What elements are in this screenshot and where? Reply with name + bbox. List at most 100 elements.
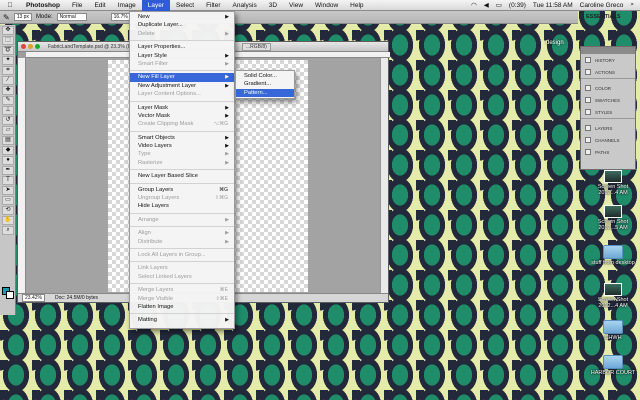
mode-select[interactable]: Normal [56,13,87,21]
zoom-icon[interactable] [35,44,40,49]
menu-separator [130,313,234,315]
menu-item-new-fill-layer[interactable]: New Fill Layer ▶ [130,73,234,82]
menu-item-solid-color[interactable]: Solid Color... [236,72,294,80]
menu-layer[interactable]: Layer [141,0,170,11]
desktop-item[interactable]: Screen Shot 2012...5 AM [588,205,638,231]
lasso-tool-icon[interactable]: ➰ [2,46,14,55]
essentials-workspace[interactable]: ESSENTIALS [586,14,621,20]
eraser-tool-icon[interactable]: ▱ [2,126,14,135]
menu-select[interactable]: Select [170,0,200,11]
desktop-item[interactable]: Screen Shot 2012...4 AM [588,283,638,309]
apple-icon[interactable]:  [0,2,20,9]
screenshot-file-icon [604,283,622,296]
gradient-tool-icon[interactable]: ▤ [2,136,14,145]
color-panel-button[interactable]: COLOR [581,82,635,94]
menu-image[interactable]: Image [112,0,142,11]
3d-rotate-tool-icon[interactable]: ⟲ [2,206,14,215]
crop-tool-icon[interactable]: ⌗ [2,66,14,75]
swatches-panel-button[interactable]: SWATCHES [581,94,635,106]
history-panel-button[interactable]: HISTORY [581,54,635,66]
move-tool-icon[interactable]: ✥ [2,26,14,35]
menu-item-layer-properties[interactable]: Layer Properties... [130,43,234,51]
panel-dock-header[interactable] [581,47,635,54]
menu-analysis[interactable]: Analysis [227,0,263,11]
menu-separator [130,247,234,249]
stamp-tool-icon[interactable]: ⊥ [2,106,14,115]
minimize-icon[interactable] [28,44,33,49]
desktop-item[interactable]: Screen Shot 2012...4 AM [588,170,638,196]
menu-item-label: Merge Layers [138,287,174,294]
menu-item-layer-mask[interactable]: Layer Mask ▶ [130,104,234,112]
background-color-swatch[interactable] [6,291,14,299]
menu-item-label: Duplicate Layer... [138,22,183,29]
menu-item-new-layer-based-slice[interactable]: New Layer Based Slice [130,172,234,180]
menu-item-gradient[interactable]: Gradient... [236,80,294,88]
options-bar: ✎ 13 px Mode: Normal 16.7% [0,11,578,24]
menu-item-duplicate-layer[interactable]: Duplicate Layer... [130,21,234,29]
magic-wand-tool-icon[interactable]: ✦ [2,56,14,65]
user-name[interactable]: Caroline Greco [580,2,624,9]
paths-panel-button[interactable]: PATHS [581,146,635,158]
menu-window[interactable]: Window [309,0,344,11]
menu-item-vector-mask[interactable]: Vector Mask ▶ [130,112,234,120]
menu-file[interactable]: File [66,0,88,11]
brush-tool-icon[interactable]: ✎ [2,96,14,105]
menu-item-new-adjustment-layer[interactable]: New Adjustment Layer ▶ [130,82,234,90]
shape-tool-icon[interactable]: ▭ [2,196,14,205]
color-icon [585,85,591,91]
menu-item-label: Gradient... [244,81,272,88]
menu-photoshop[interactable]: Photoshop [20,0,66,11]
dodge-tool-icon[interactable]: ● [2,156,14,165]
zoom-select[interactable]: 16.7% [110,13,131,21]
spotlight-icon[interactable]: ⌕ [630,1,634,9]
menu-item-label: Align [138,230,151,237]
menu-item-pattern[interactable]: Pattern... [236,88,294,98]
menu-3d[interactable]: 3D [263,0,283,11]
marquee-tool-icon[interactable]: ⬚ [2,36,14,45]
hand-tool-icon[interactable]: ✋ [2,216,14,225]
document-tab-2[interactable]: ...RGB/8) [242,43,271,51]
desktop-item[interactable]: HARBOR COURT [588,355,638,376]
close-icon[interactable] [21,44,26,49]
menu-item-layer-style[interactable]: Layer Style ▶ [130,52,234,60]
path-selection-tool-icon[interactable]: ➤ [2,186,14,195]
desktop-label[interactable]: design [546,40,564,46]
desktop-item[interactable]: stuff from desktop [588,245,638,266]
styles-panel-button[interactable]: STYLES [581,106,635,118]
menu-item-hide-layers[interactable]: Hide Layers [130,202,234,210]
menu-item-label: Link Layers [138,265,168,272]
menu-item-matting[interactable]: Matting ▶ [130,316,234,324]
submenu-arrow-icon: ▶ [225,74,229,81]
menu-item-label: New Fill Layer [138,74,175,81]
menu-filter[interactable]: Filter [200,0,226,11]
battery-icon[interactable]: ▭ [496,1,502,9]
vertical-scrollbar[interactable] [380,58,388,295]
volume-icon[interactable]: ◀ [484,1,489,9]
blur-tool-icon[interactable]: ◆ [2,146,14,155]
healing-tool-icon[interactable]: ✚ [2,86,14,95]
brush-tool-icon[interactable]: ✎ [3,13,10,22]
layers-panel-button[interactable]: LAYERS [581,122,635,134]
menu-item-smart-objects[interactable]: Smart Objects ▶ [130,134,234,142]
actions-panel-button[interactable]: ACTIONS [581,66,635,78]
eyedropper-tool-icon[interactable]: ⁄ [2,76,14,85]
menu-item-new[interactable]: New ▶ [130,13,234,21]
desktop-item[interactable]: CHWH [588,320,638,341]
submenu-arrow-icon: ▶ [225,317,229,324]
clock[interactable]: Tue 11:58 AM [533,2,573,9]
menu-view[interactable]: View [283,0,309,11]
menu-item-video-layers[interactable]: Video Layers ▶ [130,142,234,150]
menu-item-group-layers[interactable]: Group Layers ⌘G [130,186,234,194]
menu-edit[interactable]: Edit [88,0,111,11]
zoom-field[interactable]: 23.42% [22,294,45,302]
pen-tool-icon[interactable]: ✒ [2,166,14,175]
menu-item-rasterize: Rasterize ▶ [130,159,234,167]
channels-panel-button[interactable]: CHANNELS [581,134,635,146]
history-brush-tool-icon[interactable]: ↺ [2,116,14,125]
menu-item-flatten-image[interactable]: Flatten Image [130,303,234,311]
zoom-tool-icon[interactable]: ⌕ [2,226,14,235]
wifi-icon[interactable]: ◠ [471,1,477,9]
type-tool-icon[interactable]: T [2,176,14,185]
brush-size-field[interactable]: 13 px [13,13,32,21]
menu-help[interactable]: Help [344,0,369,11]
